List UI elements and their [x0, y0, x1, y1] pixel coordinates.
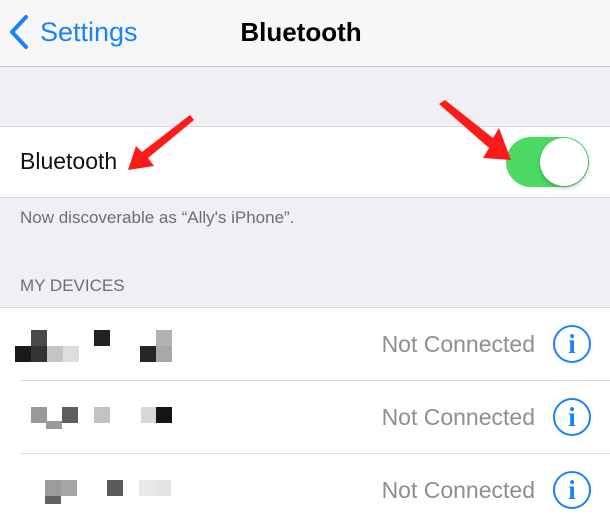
device-status: Not Connected	[381, 477, 535, 503]
my-devices-header: MY DEVICES	[20, 276, 125, 295]
info-icon[interactable]: i	[553, 471, 591, 509]
device-name-pixelated	[15, 476, 185, 508]
device-row[interactable]: Not Connected i	[0, 308, 610, 381]
device-status: Not Connected	[381, 331, 535, 357]
device-status: Not Connected	[381, 404, 535, 430]
bluetooth-label: Bluetooth	[20, 148, 118, 174]
device-list: Not Connected i Not Connected i Not Conn…	[0, 307, 610, 521]
device-row[interactable]: Not Connected i	[0, 454, 610, 521]
toggle-knob	[540, 138, 588, 186]
info-icon[interactable]: i	[553, 325, 591, 363]
device-name-pixelated	[15, 403, 185, 435]
info-icon[interactable]: i	[553, 398, 591, 436]
device-name-pixelated	[15, 330, 185, 362]
page-title: Bluetooth	[240, 17, 362, 47]
device-row[interactable]: Not Connected i	[0, 381, 610, 454]
discoverable-footnote: Now discoverable as “Ally's iPhone”.	[20, 208, 295, 227]
bluetooth-toggle[interactable]	[506, 137, 589, 187]
bluetooth-row: Bluetooth	[0, 126, 610, 198]
navigation-bar: Settings Bluetooth	[0, 0, 610, 67]
